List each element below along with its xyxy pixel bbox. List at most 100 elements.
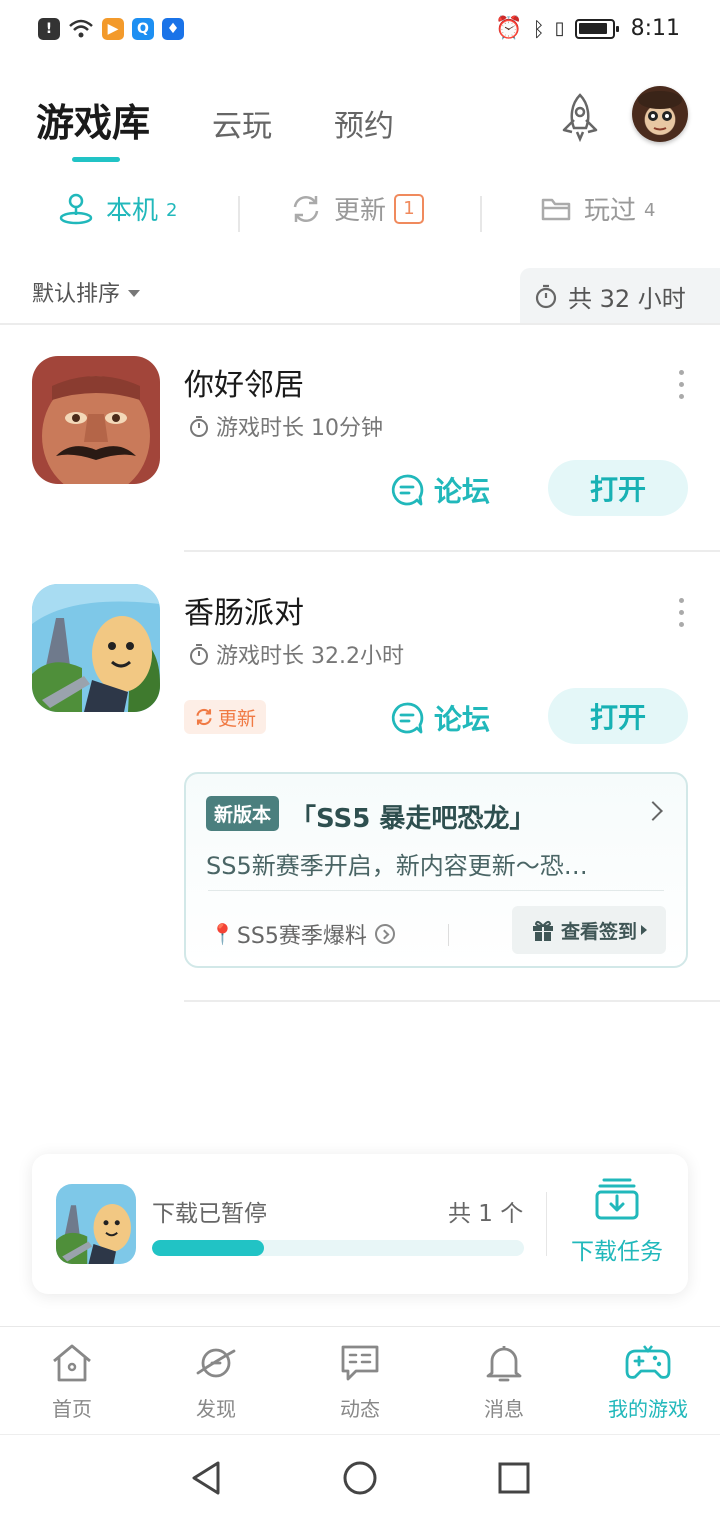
forum-button[interactable]: 论坛 (390, 470, 490, 510)
gift-icon (532, 920, 553, 941)
new-version-title: 「SS5 暴走吧恐龙」 (290, 804, 536, 834)
download-progress-bar (152, 1240, 524, 1256)
caret-down-icon (128, 289, 141, 297)
tab-game-library[interactable]: 游戏库 (36, 92, 150, 147)
sub-tab-divider (238, 196, 240, 232)
refresh-icon (196, 708, 212, 726)
view-checkin-button[interactable]: 查看签到 (512, 906, 666, 954)
rocket-icon[interactable] (556, 92, 604, 142)
video-app-icon: ▶ (102, 18, 124, 40)
wifi-icon (69, 19, 93, 38)
divider (184, 1000, 720, 1002)
chat-icon (341, 1345, 379, 1381)
new-version-description: SS5新赛季开启，新内容更新～恐… (206, 852, 588, 880)
bluetooth-icon: ᛒ (532, 16, 545, 41)
circle-arrow-icon (374, 924, 395, 944)
sub-tab-update-label: 更新 (334, 196, 387, 226)
alert-icon: ! (38, 18, 60, 40)
status-time: 8:11 (630, 16, 680, 41)
game-playtime: 游戏时长 10分钟 (188, 410, 383, 442)
nav-home-label: 首页 (52, 1397, 92, 1421)
new-version-tag: 新版本 (206, 796, 280, 831)
planet-icon (196, 1348, 236, 1378)
stopwatch-icon (535, 284, 557, 309)
system-status: ⏰ ᛒ ▯ 8:11 (495, 16, 680, 41)
update-tag[interactable]: 更新 (184, 700, 267, 734)
forum-button[interactable]: 论坛 (390, 698, 490, 738)
tab-cloud-play[interactable]: 云玩 (212, 101, 272, 145)
folder-icon (541, 198, 571, 220)
download-tray-icon (595, 1178, 639, 1220)
nav-feed[interactable]: 动态 (288, 1343, 432, 1422)
game-icon-hello-neighbor[interactable] (32, 356, 160, 484)
home-circle-icon[interactable] (342, 1459, 378, 1497)
season-news-link[interactable]: 📍 SS5赛季爆料 (210, 918, 395, 950)
game-name: 你好邻居 (184, 368, 304, 403)
location-pin-icon: 📍 (210, 922, 235, 946)
system-navigation (0, 1434, 720, 1520)
nav-my-games[interactable]: 我的游戏 (576, 1343, 720, 1422)
recents-icon[interactable] (496, 1459, 532, 1497)
sub-tab-played-label: 玩过 (584, 196, 637, 226)
total-playtime: 共 32 小时 (520, 268, 720, 324)
open-game-button[interactable]: 打开 (548, 460, 688, 516)
download-progress-fill (152, 1240, 264, 1256)
divider (184, 550, 720, 552)
triangle-right-icon (641, 925, 647, 935)
nav-feed-label: 动态 (340, 1397, 380, 1421)
sub-tab-local-label: 本机 (106, 196, 159, 226)
divider (448, 924, 449, 946)
alarm-icon: ⏰ (495, 16, 523, 41)
download-tasks-button[interactable]: 下载任务 (564, 1176, 670, 1266)
open-game-button[interactable]: 打开 (548, 688, 688, 744)
forum-chat-icon (391, 702, 424, 734)
download-status-bar[interactable]: 下载已暂停 共 1 个 下载任务 (32, 1154, 688, 1294)
nav-messages-label: 消息 (484, 1397, 524, 1421)
game-playtime-label: 游戏时长 32.2小时 (216, 644, 404, 669)
tab-reservation[interactable]: 预约 (334, 101, 394, 145)
notification-icons: ! ▶ Q ♦ (38, 18, 184, 40)
avatar[interactable] (632, 86, 688, 142)
download-count-label: 共 1 个 (448, 1201, 524, 1227)
sub-tabs: 本机 2 更新 1 玩过 4 (0, 190, 720, 240)
sort-dropdown[interactable]: 默认排序 (32, 276, 141, 308)
status-bar: ! ▶ Q ♦ ⏰ ᛒ ▯ 8:11 (0, 0, 720, 62)
forum-chat-icon (391, 474, 424, 506)
stopwatch-icon (190, 416, 208, 437)
total-playtime-label: 共 32 小时 (568, 284, 686, 313)
more-options-icon[interactable] (677, 598, 685, 627)
vibrate-icon: ▯ (554, 18, 565, 39)
downloading-game-icon (56, 1184, 136, 1264)
divider (208, 890, 664, 891)
new-version-card[interactable]: 新版本 「SS5 暴走吧恐龙」 SS5新赛季开启，新内容更新～恐… 📍 SS5赛… (184, 772, 688, 968)
nav-messages[interactable]: 消息 (432, 1343, 576, 1422)
sub-tab-local[interactable]: 本机 2 (58, 190, 177, 227)
search-app-icon: Q (132, 18, 154, 40)
bulb-app-icon: ♦ (162, 18, 184, 40)
refresh-icon (293, 195, 319, 222)
home-icon (53, 1344, 91, 1382)
sub-tab-update[interactable]: 更新 1 (290, 190, 425, 227)
nav-discover-label: 发现 (196, 1397, 236, 1421)
game-playtime-label: 游戏时长 10分钟 (216, 416, 383, 441)
update-tag-label: 更新 (218, 707, 257, 730)
chevron-right-icon[interactable] (643, 801, 663, 821)
sort-label: 默认排序 (32, 282, 121, 307)
game-playtime: 游戏时长 32.2小时 (188, 638, 404, 670)
divider (0, 323, 720, 325)
sub-tab-played[interactable]: 玩过 4 (540, 190, 655, 227)
more-options-icon[interactable] (677, 370, 685, 399)
nav-home[interactable]: 首页 (0, 1343, 144, 1422)
nav-discover[interactable]: 发现 (144, 1343, 288, 1422)
nav-my-games-label: 我的游戏 (608, 1397, 688, 1421)
main-tabs: 游戏库 云玩 预约 (36, 92, 456, 147)
sub-tab-played-count: 4 (644, 200, 656, 221)
back-icon[interactable] (188, 1459, 224, 1497)
stopwatch-icon (190, 644, 208, 665)
gamepad-icon (625, 1345, 671, 1379)
forum-label: 论坛 (434, 703, 491, 736)
game-icon-sausage-party[interactable] (32, 584, 160, 712)
bottom-navigation: 首页 发现 动态 消息 我的游戏 (0, 1326, 720, 1434)
person-pin-icon (59, 193, 93, 224)
bell-icon (486, 1346, 522, 1382)
